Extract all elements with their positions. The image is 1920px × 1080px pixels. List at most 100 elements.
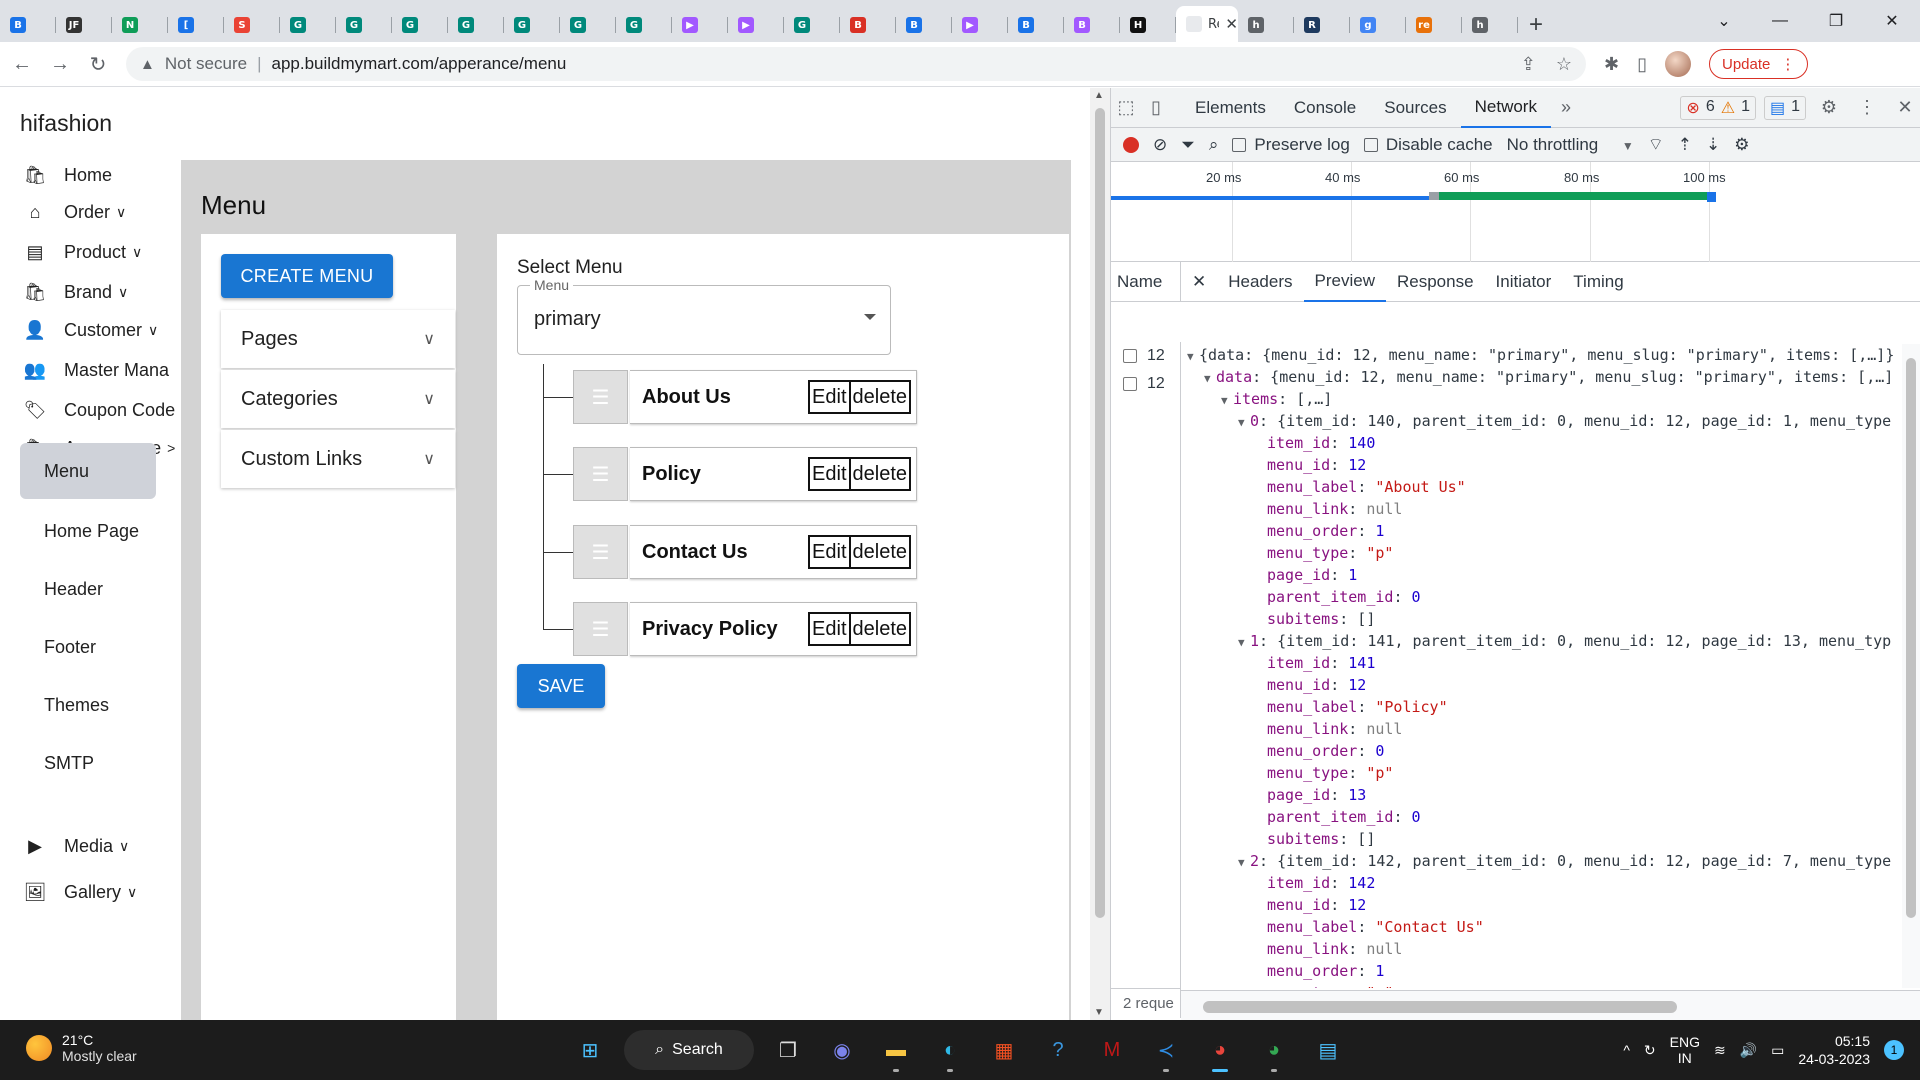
chrome-alt-icon[interactable]: ◕ xyxy=(1254,1030,1294,1072)
sidebar-item-coupon-code[interactable]: 🏷 Coupon Code xyxy=(0,395,176,425)
menu-select[interactable]: Menu primary xyxy=(517,277,891,355)
expand-triangle-icon[interactable]: ▼ xyxy=(1238,852,1250,874)
preview-vertical-scrollbar[interactable] xyxy=(1902,344,1920,988)
extensions-icon[interactable]: ✱ xyxy=(1604,54,1619,75)
expand-triangle-icon[interactable]: ▼ xyxy=(1238,632,1250,654)
preserve-log-checkbox[interactable]: Preserve log xyxy=(1232,135,1350,155)
tab-headers[interactable]: Headers xyxy=(1217,262,1303,302)
volume-icon[interactable]: 🔊 xyxy=(1740,1042,1757,1059)
browser-tab[interactable]: ▶ xyxy=(728,8,784,42)
vscode-icon[interactable]: ≺ xyxy=(1146,1030,1186,1072)
mcafee-icon[interactable]: M xyxy=(1092,1030,1132,1070)
expand-triangle-icon[interactable]: ▼ xyxy=(1187,346,1199,368)
store-icon[interactable]: ▦ xyxy=(984,1030,1024,1070)
settings-icon[interactable]: ⚙ xyxy=(1814,97,1844,118)
messages-badge[interactable]: ▤ 1 xyxy=(1763,95,1806,120)
side-panel-icon[interactable]: ▯ xyxy=(1637,54,1647,75)
sidebar-sub-item-themes[interactable]: Themes xyxy=(20,677,156,733)
preview-line[interactable]: ▼ 0: {item_id: 140, parent_item_id: 0, me… xyxy=(1181,410,1901,432)
network-settings-icon[interactable]: ⚙ xyxy=(1734,135,1749,155)
sidebar-item-home[interactable]: 🛍 Home xyxy=(0,160,112,190)
disable-cache-checkbox[interactable]: Disable cache xyxy=(1363,135,1493,155)
preview-hscroll-thumb[interactable] xyxy=(1203,1001,1677,1013)
filter-icon[interactable]: ⏷ xyxy=(1181,135,1195,155)
accordion-pages[interactable]: Pages ∨ xyxy=(221,310,455,368)
delete-button[interactable]: delete xyxy=(851,382,910,412)
browser-tab[interactable]: re xyxy=(1406,8,1462,42)
back-button[interactable]: ← xyxy=(6,48,38,80)
clock[interactable]: 05:15 24-03-2023 xyxy=(1798,1032,1870,1068)
sidebar-item-brand[interactable]: 🛍 Brand ∨ xyxy=(0,277,129,307)
create-menu-button[interactable]: CREATE MENU xyxy=(221,254,393,298)
task-view-icon[interactable]: ❐ xyxy=(768,1030,808,1070)
browser-tab[interactable]: ▶ xyxy=(672,8,728,42)
browser-tab[interactable]: JF xyxy=(56,8,112,42)
forward-button[interactable]: → xyxy=(44,48,76,80)
drag-handle-icon[interactable]: ☰ xyxy=(573,447,628,501)
close-detail-icon[interactable]: ✕ xyxy=(1181,262,1217,302)
preview-vscroll-thumb[interactable] xyxy=(1906,358,1916,918)
delete-button[interactable]: delete xyxy=(851,459,910,489)
scroll-down-icon[interactable]: ▼ xyxy=(1094,1007,1104,1018)
menu-item-row[interactable]: ☰ Privacy Policy Edit delete xyxy=(573,602,917,656)
browser-tab[interactable]: ▶ xyxy=(952,8,1008,42)
bookmark-star-icon[interactable]: ☆ xyxy=(1556,54,1572,75)
tab-search-icon[interactable]: ⌄ xyxy=(1696,11,1752,31)
sync-icon[interactable]: ↻ xyxy=(1644,1042,1656,1059)
search-icon[interactable]: ⌕ xyxy=(1209,135,1219,155)
close-window-icon[interactable]: ✕ xyxy=(1864,11,1920,31)
browser-tab[interactable]: G xyxy=(392,8,448,42)
sidebar-sub-item-header[interactable]: Header xyxy=(20,561,156,617)
battery-icon[interactable]: ▭ xyxy=(1771,1042,1784,1059)
share-icon[interactable]: ⇪ xyxy=(1521,54,1536,75)
new-tab-button[interactable]: + xyxy=(1518,8,1554,42)
edit-button[interactable]: Edit xyxy=(810,537,851,567)
profile-avatar[interactable] xyxy=(1665,51,1691,77)
sidebar-item-order[interactable]: ⌂ Order ∨ xyxy=(0,197,127,227)
sidebar-item-customer[interactable]: 👤 Customer ∨ xyxy=(0,315,159,345)
request-row[interactable]: 12 xyxy=(1111,342,1180,370)
preview-line[interactable]: ▼ items: [,…] xyxy=(1181,388,1901,410)
browser-tab[interactable]: G xyxy=(504,8,560,42)
close-tab-icon[interactable]: ✕ xyxy=(1225,15,1238,33)
sidebar-sub-item-home-page[interactable]: Home Page xyxy=(20,503,156,559)
preview-line[interactable]: ▼ data: {menu_id: 12, menu_name: "primary… xyxy=(1181,366,1901,388)
update-button[interactable]: Update ⋮ xyxy=(1709,49,1809,79)
tab-timing[interactable]: Timing xyxy=(1562,262,1634,302)
drag-handle-icon[interactable]: ☰ xyxy=(573,525,628,579)
edit-button[interactable]: Edit xyxy=(810,382,851,412)
drag-handle-icon[interactable]: ☰ xyxy=(573,602,628,656)
browser-tab[interactable]: G xyxy=(448,8,504,42)
browser-tab[interactable]: h xyxy=(1462,8,1518,42)
preview-line[interactable]: ▼ 2: {item_id: 142, parent_item_id: 0, me… xyxy=(1181,850,1901,872)
wifi-conditions-icon[interactable]: ⌔ xyxy=(1648,134,1664,155)
browser-tab[interactable]: [ xyxy=(168,8,224,42)
browser-tab[interactable]: B xyxy=(1064,8,1120,42)
close-devtools-icon[interactable]: ✕ xyxy=(1890,97,1920,118)
page-scrollbar[interactable]: ▲ ▼ xyxy=(1090,88,1110,1020)
kebab-menu-icon[interactable]: ⋮ xyxy=(1852,97,1882,118)
tab-initiator[interactable]: Initiator xyxy=(1485,262,1563,302)
file-explorer-icon[interactable]: ▬ xyxy=(876,1030,916,1072)
notepad-icon[interactable]: ▤ xyxy=(1308,1030,1348,1070)
edit-button[interactable]: Edit xyxy=(810,614,851,644)
browser-tab[interactable]: g xyxy=(1350,8,1406,42)
scrollbar-thumb[interactable] xyxy=(1095,108,1105,918)
more-tabs-icon[interactable]: » xyxy=(1551,97,1581,118)
browser-tab[interactable]: B xyxy=(840,8,896,42)
browser-tab[interactable]: G xyxy=(336,8,392,42)
browser-tab[interactable]: G xyxy=(280,8,336,42)
browser-tab[interactable]: G xyxy=(616,8,672,42)
request-checkbox[interactable] xyxy=(1123,349,1137,363)
tab-response[interactable]: Response xyxy=(1386,262,1485,302)
delete-button[interactable]: delete xyxy=(851,614,910,644)
language-indicator[interactable]: ENG IN xyxy=(1670,1034,1700,1066)
help-icon[interactable]: ? xyxy=(1038,1030,1078,1070)
preview-line[interactable]: ▼ {data: {menu_id: 12, menu_name: "primar… xyxy=(1181,344,1901,366)
expand-triangle-icon[interactable]: ▼ xyxy=(1221,390,1233,412)
issues-badge[interactable]: ⊗ 6 ⚠ 1 xyxy=(1680,95,1756,120)
browser-tab[interactable]: B xyxy=(896,8,952,42)
tab-console[interactable]: Console xyxy=(1280,88,1370,128)
browser-tab[interactable]: S xyxy=(224,8,280,42)
taskbar-search[interactable]: ⌕ Search xyxy=(624,1030,754,1070)
